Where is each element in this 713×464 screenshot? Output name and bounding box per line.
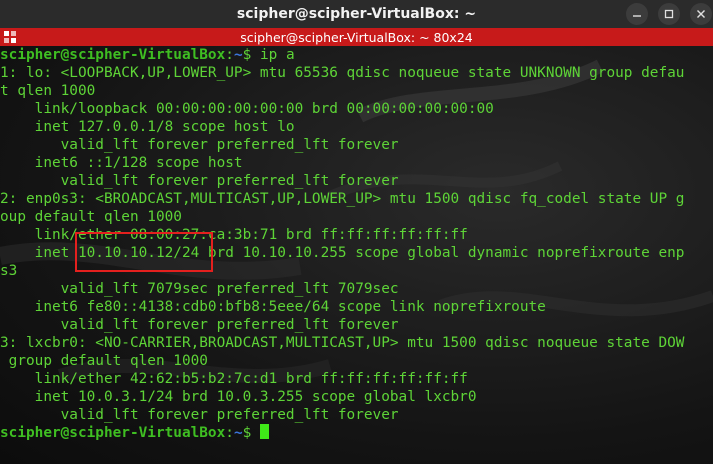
output-line: link/loopback 00:00:00:00:00:00 brd 00:0… (0, 101, 494, 117)
output-line: inet6 ::1/128 scope host (0, 155, 243, 171)
prompt-user-host: scipher@scipher-VirtualBox (0, 47, 226, 63)
output-line: t qlen 1000 (0, 83, 96, 99)
output-line: inet6 fe80::4138:cdb0:bfb8:5eee/64 scope… (0, 299, 546, 315)
tab-title: scipher@scipher-VirtualBox: ~ 80x24 (240, 29, 473, 45)
tab-bar[interactable]: scipher@scipher-VirtualBox: ~ 80x24 (0, 28, 713, 46)
output-line: link/ether 42:62:b5:b2:7c:d1 brd ff:ff:f… (0, 371, 468, 387)
minimize-button[interactable] (626, 3, 648, 25)
output-line: valid_lft forever preferred_lft forever (0, 407, 399, 423)
output-line: valid_lft forever preferred_lft forever (0, 137, 399, 153)
output-line: inet 127.0.0.1/8 scope host lo (0, 119, 295, 135)
terminal-tab-icon (4, 31, 16, 43)
prompt: scipher@scipher-VirtualBox:~$ (0, 47, 252, 63)
output-line: oup default qlen 1000 (0, 209, 182, 225)
prompt-user-host: scipher@scipher-VirtualBox (0, 425, 226, 441)
output-line: inet 10.0.3.1/24 brd 10.0.3.255 scope gl… (0, 389, 477, 405)
terminal-window: scipher@scipher-VirtualBox: ~ scipher@sc… (0, 0, 713, 464)
command-text: ip a (259, 47, 295, 63)
maximize-button[interactable] (658, 3, 680, 25)
maximize-icon (664, 9, 674, 19)
output-line: valid_lft forever preferred_lft forever (0, 173, 399, 189)
terminal-output[interactable]: scipher@scipher-VirtualBox:~$ ip a 1: lo… (0, 46, 713, 464)
prompt-path: ~ (233, 47, 243, 63)
close-icon (697, 10, 705, 18)
output-line: link/ether 08:00:27:ca:3b:71 brd ff:ff:f… (0, 227, 468, 243)
prompt-suffix: $ (242, 47, 252, 63)
title-bar[interactable]: scipher@scipher-VirtualBox: ~ (0, 0, 713, 28)
output-line: s3 (0, 263, 18, 279)
minimize-icon (633, 15, 641, 17)
output-line: 1: lo: <LOOPBACK,UP,LOWER_UP> mtu 65536 … (0, 65, 685, 81)
terminal-cursor (259, 424, 269, 439)
prompt: scipher@scipher-VirtualBox:~$ (0, 425, 252, 441)
output-line: 2: enp0s3: <BROADCAST,MULTICAST,UP,LOWER… (0, 191, 685, 207)
ip-address-highlight-box (75, 232, 213, 272)
prompt-path: ~ (233, 425, 243, 441)
output-line: group default qlen 1000 (0, 353, 208, 369)
output-line: valid_lft forever preferred_lft forever (0, 317, 399, 333)
window-title: scipher@scipher-VirtualBox: ~ (236, 6, 477, 22)
close-button[interactable] (690, 3, 712, 25)
output-line: 3: lxcbr0: <NO-CARRIER,BROADCAST,MULTICA… (0, 335, 685, 351)
output-line: valid_lft 7079sec preferred_lft 7079sec (0, 281, 399, 297)
prompt-suffix: $ (242, 425, 252, 441)
